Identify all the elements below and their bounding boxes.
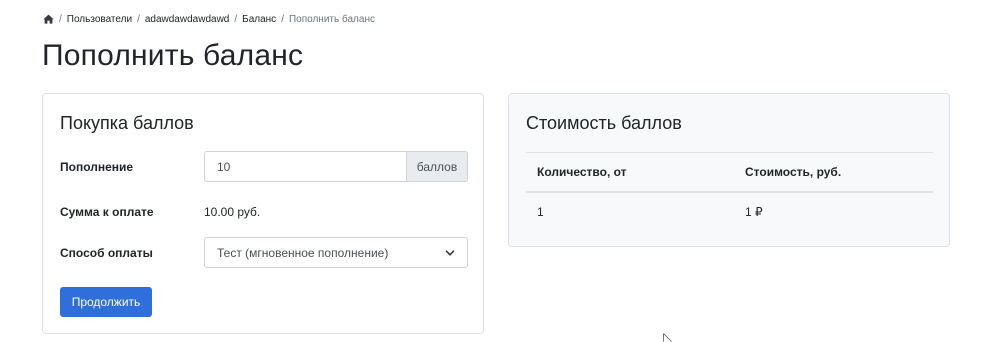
breadcrumb-user-link[interactable]: adawdawdawdawd (145, 14, 230, 25)
home-icon[interactable] (43, 14, 54, 24)
cost-table: Количество, от Стоимость, руб. 1 1 ₽ (526, 152, 933, 231)
breadcrumb-balance-link[interactable]: Баланс (242, 14, 276, 25)
cost-card: Стоимость баллов Количество, от Стоимост… (508, 93, 950, 247)
table-cell-quantity: 1 (537, 205, 544, 219)
purchase-card: Покупка баллов Пополнение баллов Сумма к… (42, 93, 484, 334)
page-title: Пополнить баланс (42, 39, 304, 72)
purchase-card-title: Покупка баллов (60, 113, 194, 133)
topup-label: Пополнение (60, 160, 134, 174)
sum-label: Сумма к оплате (60, 205, 154, 219)
topup-input-group: баллов (204, 151, 468, 182)
page: / Пользователи / adawdawdawdawd / Баланс… (0, 0, 1000, 342)
mouse-cursor-icon (663, 333, 672, 342)
cost-card-title: Стоимость баллов (526, 113, 682, 133)
table-row: 1 1 ₽ (526, 192, 933, 231)
payment-method-select[interactable]: Тест (мгновенное пополнение) (204, 237, 468, 268)
breadcrumb-separator: / (281, 13, 284, 25)
breadcrumb-separator: / (137, 13, 140, 25)
topup-unit-addon: баллов (406, 151, 468, 182)
table-header-row: Количество, от Стоимость, руб. (526, 152, 933, 193)
payment-method-value: Тест (мгновенное пополнение) (217, 245, 389, 260)
payment-method-label: Способ оплаты (60, 246, 153, 260)
topup-amount-input[interactable] (204, 151, 406, 182)
table-cell-cost: 1 ₽ (745, 205, 763, 219)
continue-button[interactable]: Продолжить (60, 287, 152, 317)
sum-value: 10.00 руб. (204, 205, 261, 219)
breadcrumb-separator: / (59, 13, 62, 25)
chevron-down-icon (445, 249, 455, 256)
breadcrumb: / Пользователи / adawdawdawdawd / Баланс… (43, 12, 375, 26)
column-header-cost: Стоимость, руб. (734, 152, 933, 193)
breadcrumb-current: Пополнить баланс (288, 13, 375, 25)
column-header-quantity: Количество, от (526, 152, 734, 193)
breadcrumb-users-link[interactable]: Пользователи (67, 14, 132, 25)
breadcrumb-separator: / (234, 13, 238, 25)
